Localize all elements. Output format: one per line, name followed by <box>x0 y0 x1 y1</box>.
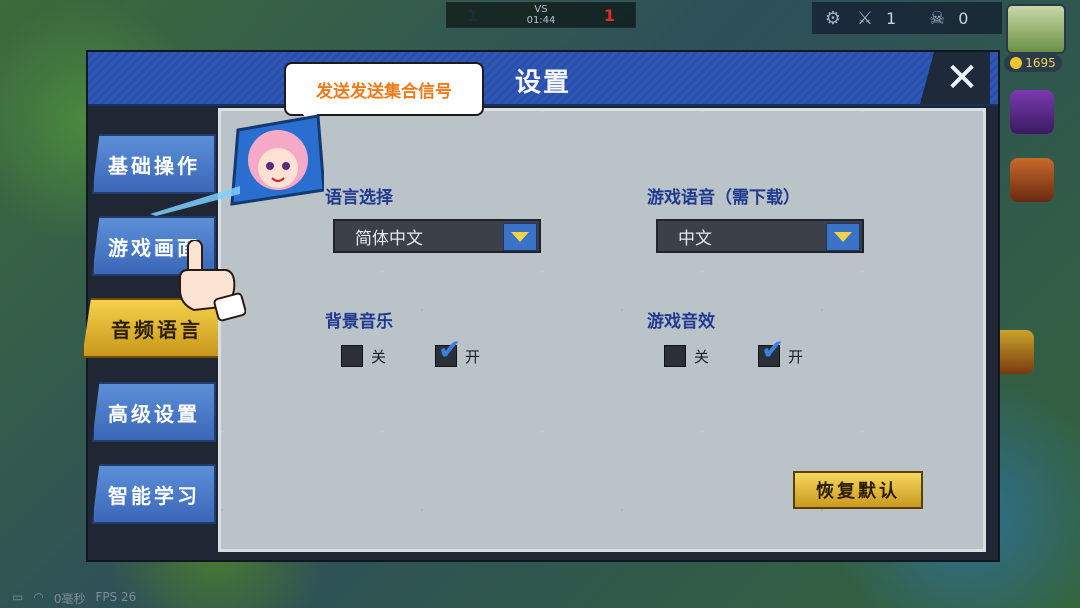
sfx-on-label: 开 <box>788 347 804 366</box>
dialog-titlebar: 设置 ✕ <box>88 52 998 106</box>
language-select[interactable]: 简体中文 <box>333 219 541 253</box>
bgm-off-checkbox[interactable] <box>341 345 363 367</box>
shop-icon[interactable] <box>1010 90 1054 134</box>
tab-advanced[interactable]: 高级设置 <box>92 382 216 442</box>
coin-value: 1695 <box>1025 56 1056 70</box>
tab-smart-learning[interactable]: 智能学习 <box>92 464 216 524</box>
skull-icon: ☠ <box>929 7 946 29</box>
sfx-off-option[interactable]: 关 <box>664 345 709 367</box>
checkmark-icon: ✔ <box>438 333 462 366</box>
match-timer: 01:44 <box>526 15 556 26</box>
sword-icon: ⚔ <box>856 7 874 29</box>
close-button[interactable]: ✕ <box>920 52 990 104</box>
audio-settings-panel: 语言选择 简体中文 游戏语音（需下载） 中文 背景音乐 关 ✔ 开 游戏音效 关… <box>218 108 986 552</box>
checkmark-icon: ✔ <box>761 333 785 366</box>
deaths-count: 0 <box>958 8 969 28</box>
wifi-icon: ◠ <box>33 590 44 604</box>
coin-counter: 1695 <box>1004 54 1062 72</box>
fps-value: FPS 26 <box>95 590 137 604</box>
tap-hand-icon <box>179 240 246 322</box>
sfx-on-option[interactable]: ✔ 开 <box>758 336 804 367</box>
kills-count: 1 <box>886 8 897 28</box>
dialog-title: 设置 <box>514 68 571 98</box>
bgm-on-checkbox[interactable]: ✔ <box>435 336 461 367</box>
tooltip-bubble: 发送发送集合信号 <box>284 62 484 116</box>
sfx-label: 游戏音效 <box>647 312 715 332</box>
language-label: 语言选择 <box>325 188 393 208</box>
voice-label: 游戏语音（需下载） <box>647 188 800 208</box>
bgm-off-option[interactable]: 关 <box>341 345 386 367</box>
language-value: 简体中文 <box>355 228 423 249</box>
voice-value: 中文 <box>678 228 712 249</box>
sfx-off-checkbox[interactable] <box>664 345 686 367</box>
status-bar: ▭ ◠ 0毫秒 FPS 26 <box>12 590 136 607</box>
bgm-label: 背景音乐 <box>325 312 393 332</box>
guide-character-avatar <box>230 114 324 206</box>
bgm-on-label: 开 <box>465 347 481 366</box>
battery-icon: ▭ <box>12 590 24 604</box>
coin-icon <box>1010 57 1023 69</box>
match-scoreboard: 1 VS 01:44 1 <box>446 2 636 28</box>
bgm-off-label: 关 <box>371 347 387 366</box>
sfx-off-label: 关 <box>694 347 710 366</box>
chevron-down-icon[interactable] <box>826 223 860 251</box>
player-stats-bar: ⚙ ⚔ 1 ☠ 0 <box>812 2 1002 34</box>
player-avatar[interactable] <box>1006 4 1066 54</box>
ping-value: 0毫秒 <box>53 592 86 606</box>
pointer-line <box>150 186 240 216</box>
tab-basic-controls[interactable]: 基础操作 <box>92 134 216 194</box>
chevron-down-icon[interactable] <box>503 223 537 251</box>
chest-icon[interactable] <box>1010 158 1054 202</box>
reset-defaults-button[interactable]: 恢复默认 <box>793 471 923 509</box>
bgm-on-option[interactable]: ✔ 开 <box>435 336 481 367</box>
gear-icon[interactable]: ⚙ <box>822 7 844 29</box>
voice-select[interactable]: 中文 <box>656 219 864 253</box>
sfx-on-checkbox[interactable]: ✔ <box>758 336 784 367</box>
close-icon: ✕ <box>945 55 979 101</box>
vs-label: VS <box>534 4 548 15</box>
